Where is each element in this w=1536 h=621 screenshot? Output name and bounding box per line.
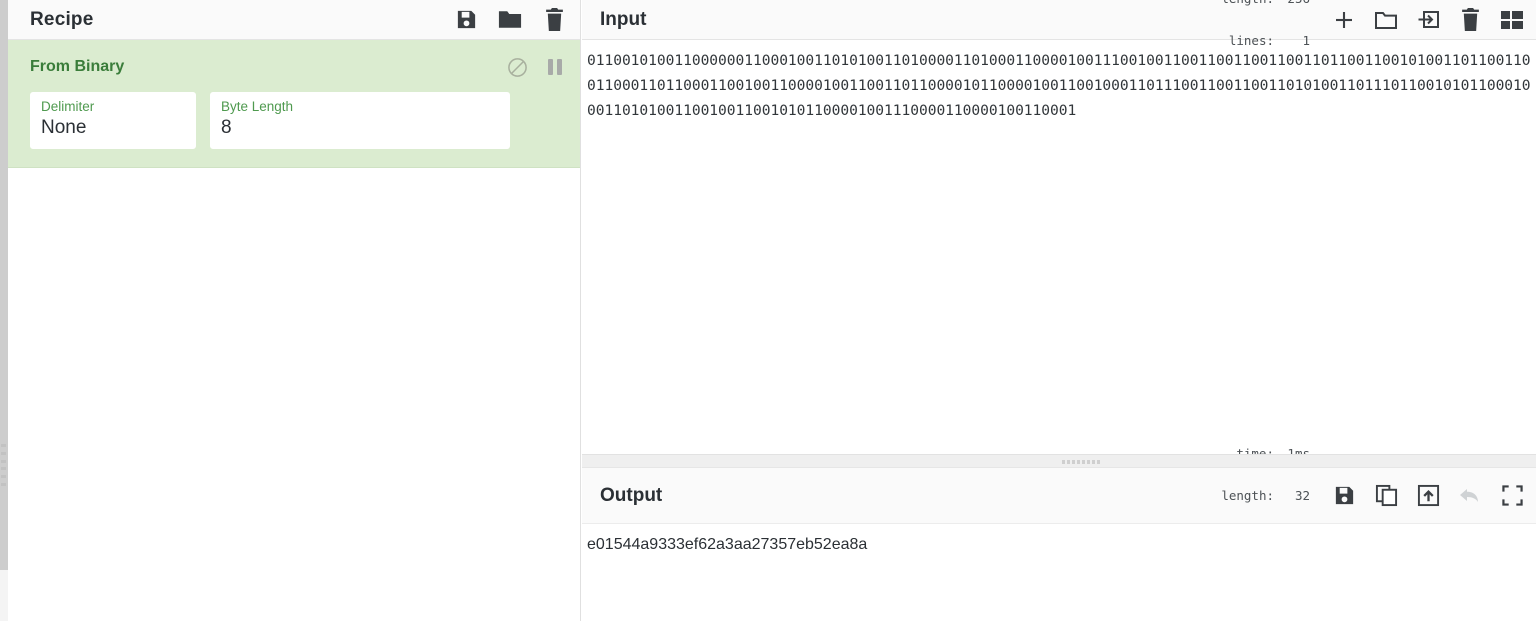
recipe-panel: Recipe From Binary Delimiter None Byte L… <box>8 0 581 621</box>
input-meta: length:256 lines: 1 <box>1221 0 1310 76</box>
recipe-panel-footer <box>8 570 581 621</box>
left-gutter <box>0 0 8 621</box>
delimiter-value[interactable]: None <box>41 116 185 140</box>
recipe-title: Recipe <box>30 8 94 30</box>
input-controls <box>1332 8 1524 32</box>
operation-header: From Binary <box>8 40 580 78</box>
output-controls <box>1332 484 1524 508</box>
output-length-value: 32 <box>1294 487 1310 503</box>
recipe-controls <box>454 8 566 32</box>
operation-title: From Binary <box>30 58 125 75</box>
undo-bake-icon[interactable] <box>1458 484 1482 508</box>
byte-length-field[interactable]: Byte Length 8 <box>210 92 510 149</box>
replace-input-with-output-icon[interactable] <box>1416 484 1440 508</box>
input-title: Input <box>600 8 647 30</box>
operation-controls <box>506 56 566 78</box>
output-title: Output <box>600 484 663 506</box>
clear-recipe-icon[interactable] <box>542 8 566 32</box>
clear-input-icon[interactable] <box>1458 8 1482 32</box>
operation-arguments: Delimiter None Byte Length 8 <box>8 78 580 149</box>
maximise-output-icon[interactable] <box>1500 484 1524 508</box>
input-title-bar: Input length:256 lines: 1 <box>582 0 1536 47</box>
open-file-as-input-icon[interactable] <box>1416 8 1440 32</box>
save-recipe-icon[interactable] <box>454 8 478 32</box>
horizontal-splitter[interactable] <box>582 454 1536 468</box>
vertical-drag-handle[interactable] <box>1 444 6 486</box>
byte-length-label: Byte Length <box>221 99 294 114</box>
recipe-operation-list[interactable]: From Binary Delimiter None Byte Length 8 <box>8 40 580 621</box>
recipe-title-bar: Recipe <box>8 0 580 40</box>
save-output-icon[interactable] <box>1332 484 1356 508</box>
delimiter-field[interactable]: Delimiter None <box>30 92 196 149</box>
input-length-value: 256 <box>1274 0 1310 6</box>
recipe-operation-from-binary[interactable]: From Binary Delimiter None Byte Length 8 <box>8 40 580 168</box>
disable-operation-icon[interactable] <box>506 56 528 78</box>
io-panel: Input length:256 lines:1 <box>582 0 1536 621</box>
output-panel: Output time:1ms length:32 lines:1 <box>582 446 1536 621</box>
horizontal-drag-handle[interactable] <box>1062 460 1100 464</box>
input-lines-label: lines: <box>1228 32 1274 48</box>
reset-pane-layout-icon[interactable] <box>1500 8 1524 32</box>
load-recipe-icon[interactable] <box>498 8 522 32</box>
add-input-tab-icon[interactable] <box>1332 8 1356 32</box>
delimiter-label: Delimiter <box>41 99 95 114</box>
copy-output-icon[interactable] <box>1374 484 1398 508</box>
breakpoint-pause-icon[interactable] <box>544 56 566 78</box>
input-lines-value: 1 <box>1302 32 1310 48</box>
output-length-label: length: <box>1221 487 1274 503</box>
output-text: e01544a9333ef62a3aa27357eb52ea8a <box>587 536 868 553</box>
byte-length-value[interactable]: 8 <box>221 116 499 140</box>
input-text[interactable]: 0110010100110000001100010011010100110100… <box>587 48 1534 123</box>
cyberchef-app: Recipe From Binary Delimiter None Byte L… <box>0 0 1536 621</box>
input-editor[interactable]: 0110010100110000001100010011010100110100… <box>582 40 1536 454</box>
output-title-bar: Output time:1ms length:32 lines:1 <box>582 446 1536 544</box>
output-editor[interactable]: e01544a9333ef62a3aa27357eb52ea8a <box>582 524 1536 621</box>
open-folder-icon[interactable] <box>1374 8 1398 32</box>
input-length-label: length: <box>1221 0 1274 6</box>
